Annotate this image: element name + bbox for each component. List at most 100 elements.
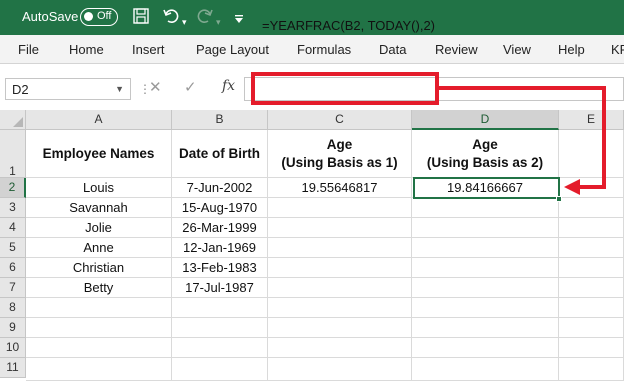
redo-icon[interactable]: [196, 7, 214, 31]
cell-c1[interactable]: Age (Using Basis as 1): [268, 130, 412, 178]
cell-a8[interactable]: [26, 298, 172, 318]
cell-b2[interactable]: 7-Jun-2002: [172, 178, 268, 198]
cell-d1[interactable]: Age (Using Basis as 2): [412, 130, 559, 178]
cell-c8[interactable]: [268, 298, 412, 318]
column-header-a[interactable]: A: [26, 110, 172, 130]
cell-d10[interactable]: [412, 338, 559, 358]
row-header-1[interactable]: 1: [0, 130, 26, 178]
cell-c11[interactable]: [268, 358, 412, 381]
cell-a1[interactable]: Employee Names: [26, 130, 172, 178]
tab-page-layout[interactable]: Page Layout: [196, 42, 269, 57]
cell-e4[interactable]: [559, 218, 624, 238]
cancel-icon[interactable]: ✕: [149, 78, 162, 96]
tab-home[interactable]: Home: [69, 42, 104, 57]
tab-file[interactable]: File: [18, 42, 39, 57]
tab-formulas[interactable]: Formulas: [297, 42, 351, 57]
active-cell-border: [413, 177, 560, 199]
row-header-9[interactable]: 9: [0, 318, 26, 338]
cell-e6[interactable]: [559, 258, 624, 278]
cell-e5[interactable]: [559, 238, 624, 258]
cell-c10[interactable]: [268, 338, 412, 358]
cell-d6[interactable]: [412, 258, 559, 278]
cell-c3[interactable]: [268, 198, 412, 218]
cell-d9[interactable]: [412, 318, 559, 338]
cell-a7[interactable]: Betty: [26, 278, 172, 298]
cell-c4[interactable]: [268, 218, 412, 238]
insert-function-icon[interactable]: fx: [222, 78, 235, 94]
worksheet-grid[interactable]: A B C D E 1 2 3 4 5 6 7 8 9 10 11 Employ…: [0, 110, 624, 381]
cell-e11[interactable]: [559, 358, 624, 381]
cell-d8[interactable]: [412, 298, 559, 318]
cell-b11[interactable]: [172, 358, 268, 381]
cell-b7[interactable]: 17-Jul-1987: [172, 278, 268, 298]
row-header-2[interactable]: 2: [0, 178, 26, 198]
cell-a9[interactable]: [26, 318, 172, 338]
cell-c7[interactable]: [268, 278, 412, 298]
cell-b5[interactable]: 12-Jan-1969: [172, 238, 268, 258]
tab-insert[interactable]: Insert: [132, 42, 165, 57]
cell-d4[interactable]: [412, 218, 559, 238]
chevron-down-icon[interactable]: ▼: [115, 84, 124, 94]
cell-b1[interactable]: Date of Birth: [172, 130, 268, 178]
cell-b8[interactable]: [172, 298, 268, 318]
tab-review[interactable]: Review: [435, 42, 478, 57]
fill-handle[interactable]: [556, 196, 562, 202]
row-header-3[interactable]: 3: [0, 198, 26, 218]
redo-dropdown-icon[interactable]: ▾: [216, 12, 221, 32]
tab-help[interactable]: Help: [558, 42, 585, 57]
select-all-button[interactable]: [0, 110, 26, 130]
row-header-6[interactable]: 6: [0, 258, 26, 278]
row-header-4[interactable]: 4: [0, 218, 26, 238]
column-header-b[interactable]: B: [172, 110, 268, 130]
customize-qat-icon[interactable]: [234, 11, 244, 31]
cell-e2[interactable]: [559, 178, 624, 198]
row-header-11[interactable]: 11: [0, 358, 26, 378]
tab-view[interactable]: View: [503, 42, 531, 57]
cell-b6[interactable]: 13-Feb-1983: [172, 258, 268, 278]
save-icon[interactable]: [132, 7, 150, 31]
row-header-10[interactable]: 10: [0, 338, 26, 358]
cell-a11[interactable]: [26, 358, 172, 381]
cell-a2[interactable]: Louis: [26, 178, 172, 198]
autosave-toggle[interactable]: Off: [80, 8, 118, 26]
column-header-c[interactable]: C: [268, 110, 412, 130]
name-box-value: D2: [12, 82, 29, 97]
row-header-5[interactable]: 5: [0, 238, 26, 258]
cell-b10[interactable]: [172, 338, 268, 358]
cell-a10[interactable]: [26, 338, 172, 358]
column-header-d[interactable]: D: [412, 110, 559, 130]
cell-c9[interactable]: [268, 318, 412, 338]
tab-kf[interactable]: KF: [611, 42, 624, 57]
enter-check-icon[interactable]: ✓: [184, 78, 197, 96]
cell-e10[interactable]: [559, 338, 624, 358]
column-header-e[interactable]: E: [559, 110, 624, 130]
cell-e8[interactable]: [559, 298, 624, 318]
cell-d11[interactable]: [412, 358, 559, 381]
cell-c6[interactable]: [268, 258, 412, 278]
cell-b3[interactable]: 15-Aug-1970: [172, 198, 268, 218]
cell-b9[interactable]: [172, 318, 268, 338]
row-header-8[interactable]: 8: [0, 298, 26, 318]
cell-e1[interactable]: [559, 130, 624, 178]
cell-b4[interactable]: 26-Mar-1999: [172, 218, 268, 238]
cell-d7[interactable]: [412, 278, 559, 298]
cell-a3[interactable]: Savannah: [26, 198, 172, 218]
toggle-knob: [84, 12, 93, 21]
cell-d3[interactable]: [412, 198, 559, 218]
undo-dropdown-icon[interactable]: ▾: [182, 12, 187, 32]
cell-a5[interactable]: Anne: [26, 238, 172, 258]
cell-e9[interactable]: [559, 318, 624, 338]
formula-text: =YEARFRAC(B2, TODAY(),2): [262, 18, 436, 33]
tab-data[interactable]: Data: [379, 42, 406, 57]
row-header-7[interactable]: 7: [0, 278, 26, 298]
cell-e3[interactable]: [559, 198, 624, 218]
name-box[interactable]: D2 ▼: [5, 78, 131, 100]
cell-d5[interactable]: [412, 238, 559, 258]
cell-a4[interactable]: Jolie: [26, 218, 172, 238]
undo-icon[interactable]: [162, 7, 180, 31]
cell-c5[interactable]: [268, 238, 412, 258]
cell-e7[interactable]: [559, 278, 624, 298]
cell-a6[interactable]: Christian: [26, 258, 172, 278]
cell-d1-line2: (Using Basis as 2): [426, 155, 544, 170]
cell-c2[interactable]: 19.55646817: [268, 178, 412, 198]
